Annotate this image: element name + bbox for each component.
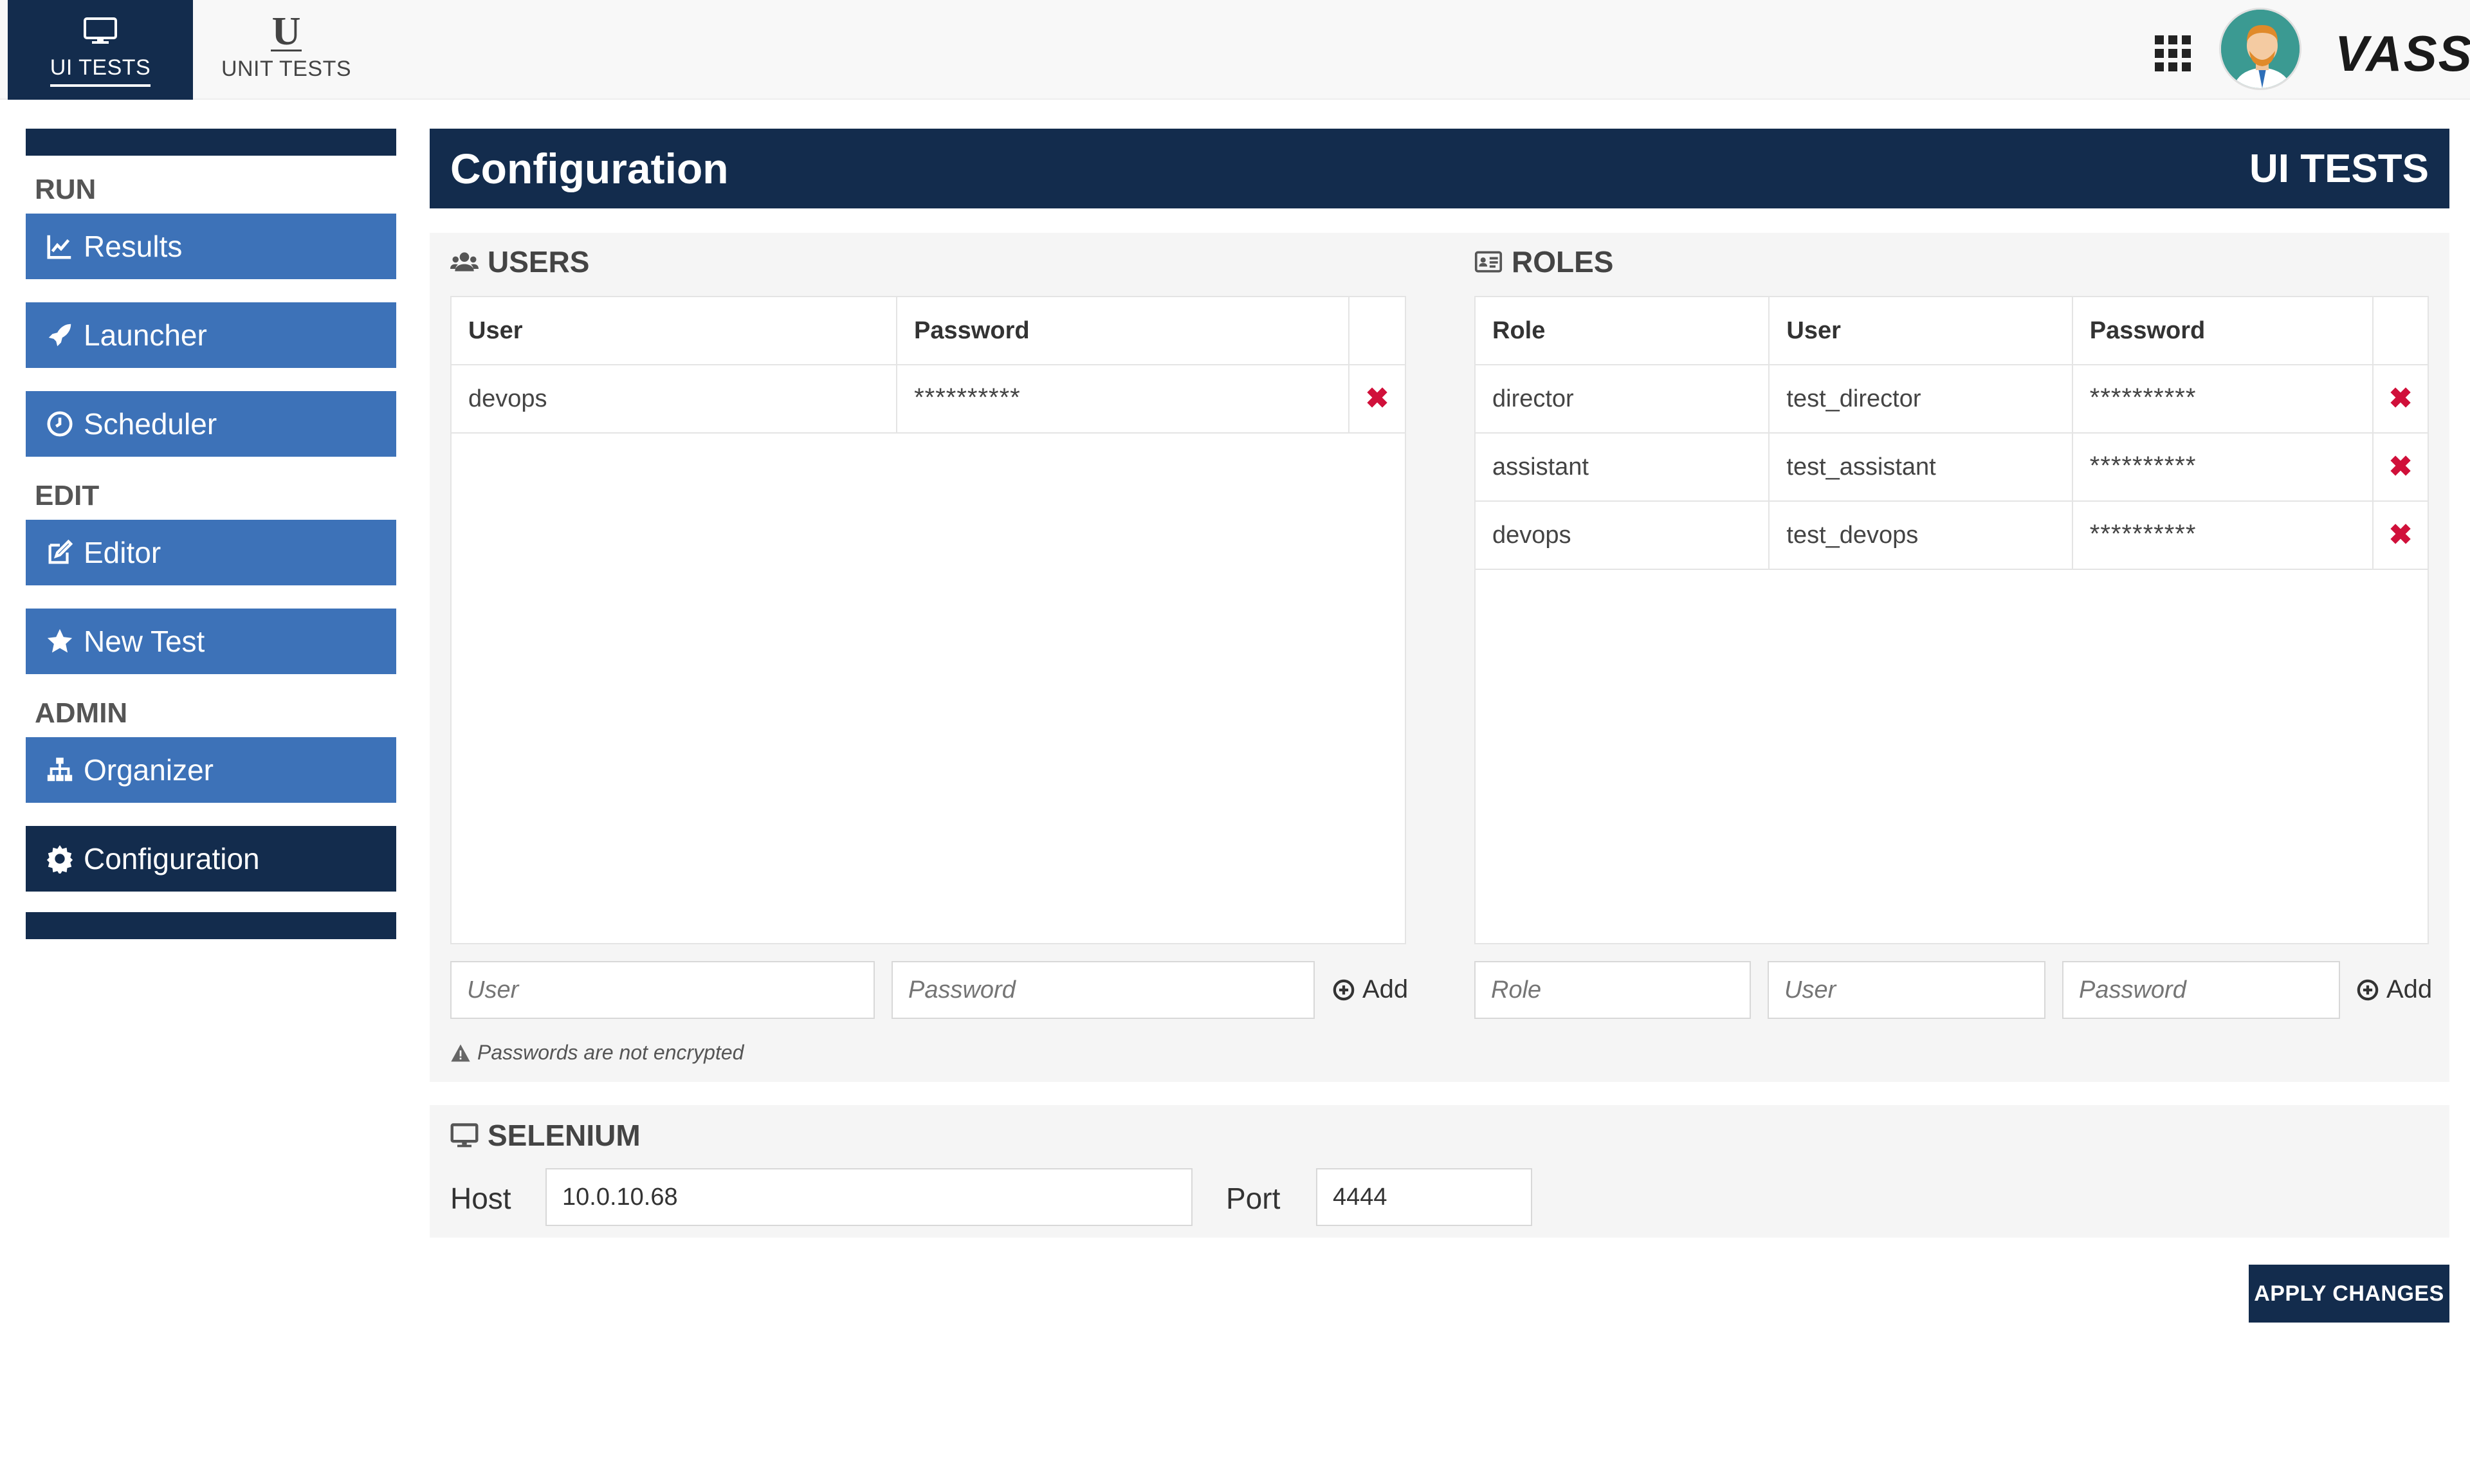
sidebar-item-results[interactable]: Results bbox=[26, 214, 396, 279]
tab-ui-tests-label: UI TESTS bbox=[50, 55, 151, 87]
close-icon: ✖ bbox=[1365, 383, 1389, 414]
delete-role-button[interactable]: ✖ bbox=[2374, 502, 2428, 569]
sidebar-item-label: Launcher bbox=[84, 318, 207, 352]
close-icon: ✖ bbox=[2388, 383, 2413, 414]
star-icon bbox=[47, 628, 73, 653]
sidebar-section-run: RUN bbox=[35, 174, 96, 205]
users-table-header: User Password bbox=[452, 297, 1405, 365]
user-cell: test_director bbox=[1770, 365, 2073, 432]
column-header-password: Password bbox=[2073, 297, 2374, 364]
add-user-button[interactable]: Add bbox=[1333, 975, 1408, 1004]
delete-user-button[interactable]: ✖ bbox=[1349, 365, 1405, 432]
user-cell: devops bbox=[452, 365, 898, 432]
selenium-section-title: SELENIUM bbox=[450, 1118, 641, 1153]
page-title: Configuration bbox=[450, 145, 729, 192]
port-input[interactable] bbox=[1316, 1168, 1532, 1226]
sidebar-item-label: Scheduler bbox=[84, 407, 217, 441]
table-row: assistant test_assistant ********** ✖ bbox=[1476, 434, 2428, 502]
column-header-user: User bbox=[452, 297, 898, 364]
sidebar-item-scheduler[interactable]: Scheduler bbox=[26, 391, 396, 457]
plus-circle-icon bbox=[2357, 979, 2379, 1000]
role-cell: assistant bbox=[1476, 434, 1770, 500]
roles-table-header: Role User Password bbox=[1476, 297, 2428, 365]
sidebar-item-label: Organizer bbox=[84, 753, 214, 787]
roles-section-title: ROLES bbox=[1474, 244, 1613, 279]
apply-changes-button[interactable]: APPLY CHANGES bbox=[2249, 1265, 2449, 1323]
sidebar-item-launcher[interactable]: Launcher bbox=[26, 302, 396, 368]
new-user-password-input[interactable] bbox=[892, 961, 1315, 1019]
password-cell: ********** bbox=[897, 365, 1350, 432]
monitor-icon bbox=[83, 13, 118, 49]
users-table: User Password devops ********** ✖ bbox=[450, 296, 1406, 944]
port-label: Port bbox=[1226, 1182, 1281, 1215]
users-icon bbox=[450, 252, 479, 271]
new-role-user-input[interactable] bbox=[1768, 961, 2045, 1019]
sidebar-top-bar bbox=[26, 129, 396, 156]
sidebar-item-label: Results bbox=[84, 230, 183, 263]
sidebar-section-edit: EDIT bbox=[35, 480, 100, 511]
close-icon: ✖ bbox=[2388, 519, 2413, 551]
sidebar-item-organizer[interactable]: Organizer bbox=[26, 737, 396, 803]
role-cell: devops bbox=[1476, 502, 1770, 569]
host-input[interactable] bbox=[545, 1168, 1193, 1226]
apps-grid-icon[interactable] bbox=[2155, 35, 2192, 71]
sidebar-item-editor[interactable]: Editor bbox=[26, 520, 396, 585]
table-row: devops ********** ✖ bbox=[452, 365, 1405, 434]
column-header-actions bbox=[1349, 297, 1405, 364]
underline-u-icon: U bbox=[270, 9, 302, 53]
password-cell: ********** bbox=[2073, 365, 2374, 432]
users-section-title: USERS bbox=[450, 244, 589, 279]
page-subtitle: UI TESTS bbox=[2249, 146, 2429, 191]
id-card-icon bbox=[1474, 251, 1503, 273]
password-cell: ********** bbox=[2073, 502, 2374, 569]
new-user-input[interactable] bbox=[450, 961, 875, 1019]
line-chart-icon bbox=[47, 235, 71, 259]
table-row: devops test_devops ********** ✖ bbox=[1476, 502, 2428, 570]
column-header-role: Role bbox=[1476, 297, 1770, 364]
column-header-actions bbox=[2374, 297, 2428, 364]
sidebar-section-admin: ADMIN bbox=[35, 697, 128, 729]
clock-icon bbox=[47, 411, 73, 437]
delete-role-button[interactable]: ✖ bbox=[2374, 434, 2428, 500]
top-bar: UI TESTS U UNIT TESTS VASS bbox=[0, 0, 2470, 100]
column-header-user: User bbox=[1770, 297, 2073, 364]
table-row: director test_director ********** ✖ bbox=[1476, 365, 2428, 434]
column-header-password: Password bbox=[897, 297, 1350, 364]
new-role-input[interactable] bbox=[1474, 961, 1751, 1019]
roles-table: Role User Password director test_directo… bbox=[1474, 296, 2429, 944]
tab-unit-tests[interactable]: U UNIT TESTS bbox=[196, 0, 376, 100]
sitemap-icon bbox=[47, 757, 73, 782]
delete-role-button[interactable]: ✖ bbox=[2374, 365, 2428, 432]
sidebar-bottom-bar bbox=[26, 912, 396, 939]
monitor-icon bbox=[450, 1123, 479, 1148]
sidebar-item-label: Configuration bbox=[84, 842, 260, 875]
sidebar-item-label: New Test bbox=[84, 625, 205, 658]
sidebar-item-new-test[interactable]: New Test bbox=[26, 609, 396, 674]
user-cell: test_assistant bbox=[1770, 434, 2073, 500]
gear-icon bbox=[46, 845, 73, 874]
add-role-button[interactable]: Add bbox=[2357, 975, 2432, 1004]
sidebar-item-label: Editor bbox=[84, 536, 161, 569]
new-role-password-input[interactable] bbox=[2062, 961, 2340, 1019]
rocket-icon bbox=[48, 324, 71, 347]
password-warning: Passwords are not encrypted bbox=[450, 1041, 744, 1065]
host-label: Host bbox=[450, 1182, 511, 1215]
page-header: Configuration UI TESTS bbox=[430, 129, 2449, 208]
brand-logo: VASS bbox=[2335, 25, 2470, 82]
warning-icon bbox=[451, 1044, 470, 1061]
role-cell: director bbox=[1476, 365, 1770, 432]
user-avatar[interactable] bbox=[2219, 8, 2301, 90]
tab-ui-tests[interactable]: UI TESTS bbox=[8, 0, 193, 100]
close-icon: ✖ bbox=[2388, 451, 2413, 482]
password-cell: ********** bbox=[2073, 434, 2374, 500]
user-cell: test_devops bbox=[1770, 502, 2073, 569]
sidebar: RUN Results Launcher Scheduler EDIT Edit… bbox=[26, 129, 396, 939]
plus-circle-icon bbox=[1333, 979, 1355, 1000]
tab-unit-tests-label: UNIT TESTS bbox=[221, 57, 352, 81]
edit-icon bbox=[48, 539, 73, 564]
sidebar-item-configuration[interactable]: Configuration bbox=[26, 826, 396, 892]
